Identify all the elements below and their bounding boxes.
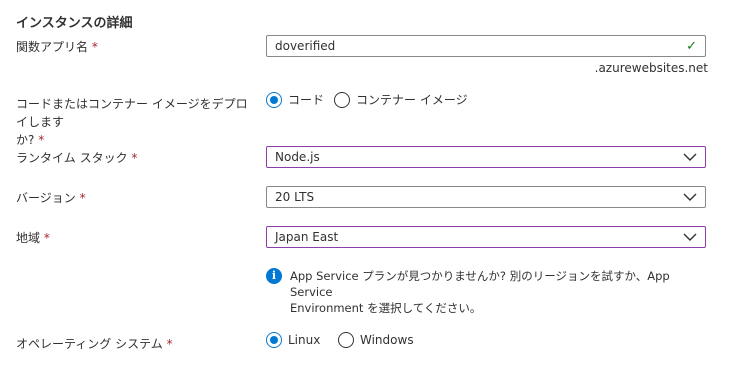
radio-selected-icon bbox=[266, 91, 282, 108]
version-label-text: バージョン bbox=[16, 191, 76, 205]
radio-container-image[interactable]: コンテナー イメージ bbox=[334, 91, 468, 108]
chevron-down-icon bbox=[683, 193, 697, 201]
region-label: 地域 * bbox=[16, 229, 50, 247]
radio-linux-label: Linux bbox=[288, 333, 321, 347]
os-label-text: オペレーティング システム bbox=[16, 337, 163, 351]
runtime-stack-label-text: ランタイム スタック bbox=[16, 151, 128, 165]
region-dropdown[interactable]: Japan East bbox=[266, 226, 706, 248]
required-mark: * bbox=[43, 231, 50, 245]
region-label-text: 地域 bbox=[16, 231, 41, 245]
info-icon: i bbox=[266, 268, 282, 284]
required-mark: * bbox=[91, 40, 98, 54]
radio-code[interactable]: コード bbox=[266, 91, 324, 108]
radio-unselected-icon bbox=[338, 332, 354, 348]
radio-windows[interactable]: Windows bbox=[338, 332, 414, 348]
required-mark: * bbox=[79, 191, 86, 205]
region-value: Japan East bbox=[275, 230, 339, 244]
required-mark: * bbox=[166, 337, 173, 351]
radio-code-label: コード bbox=[288, 93, 325, 107]
section-title: インスタンスの詳細 bbox=[16, 16, 133, 31]
function-app-name-input[interactable]: doverified ✓ bbox=[266, 35, 706, 57]
radio-container-image-label: コンテナー イメージ bbox=[356, 93, 468, 107]
runtime-stack-value: Node.js bbox=[275, 150, 320, 164]
function-app-name-value: doverified bbox=[275, 39, 336, 53]
check-icon: ✓ bbox=[686, 39, 697, 54]
chevron-down-icon bbox=[683, 153, 697, 161]
runtime-stack-label: ランタイム スタック * bbox=[16, 149, 137, 167]
required-mark: * bbox=[131, 151, 138, 165]
version-label: バージョン * bbox=[16, 189, 86, 207]
chevron-down-icon bbox=[683, 233, 697, 241]
function-app-name-label-text: 関数アプリ名 bbox=[16, 40, 89, 54]
info-message-line1: App Service プランが見つかりませんか? 別のリージョンを試すか、Ap… bbox=[290, 269, 670, 299]
deploy-label-line1: コードまたはコンテナー イメージをデプロイします bbox=[16, 97, 248, 129]
function-app-name-label: 関数アプリ名 * bbox=[16, 38, 98, 56]
deploy-label-line2: か? bbox=[16, 133, 35, 147]
runtime-stack-dropdown[interactable]: Node.js bbox=[266, 146, 706, 168]
deploy-label: コードまたはコンテナー イメージをデプロイします か? * bbox=[16, 95, 254, 149]
radio-linux[interactable]: Linux bbox=[266, 332, 320, 348]
info-message: App Service プランが見つかりませんか? 別のリージョンを試すか、Ap… bbox=[290, 268, 690, 316]
radio-windows-label: Windows bbox=[360, 333, 414, 347]
info-message-line2: Environment を選択してください。 bbox=[290, 301, 482, 315]
version-value: 20 LTS bbox=[275, 190, 315, 204]
os-label: オペレーティング システム * bbox=[16, 335, 173, 353]
version-dropdown[interactable]: 20 LTS bbox=[266, 186, 706, 208]
radio-selected-icon bbox=[266, 332, 282, 348]
radio-unselected-icon bbox=[334, 91, 350, 108]
domain-suffix: .azurewebsites.net bbox=[594, 61, 708, 75]
required-mark: * bbox=[38, 133, 45, 147]
